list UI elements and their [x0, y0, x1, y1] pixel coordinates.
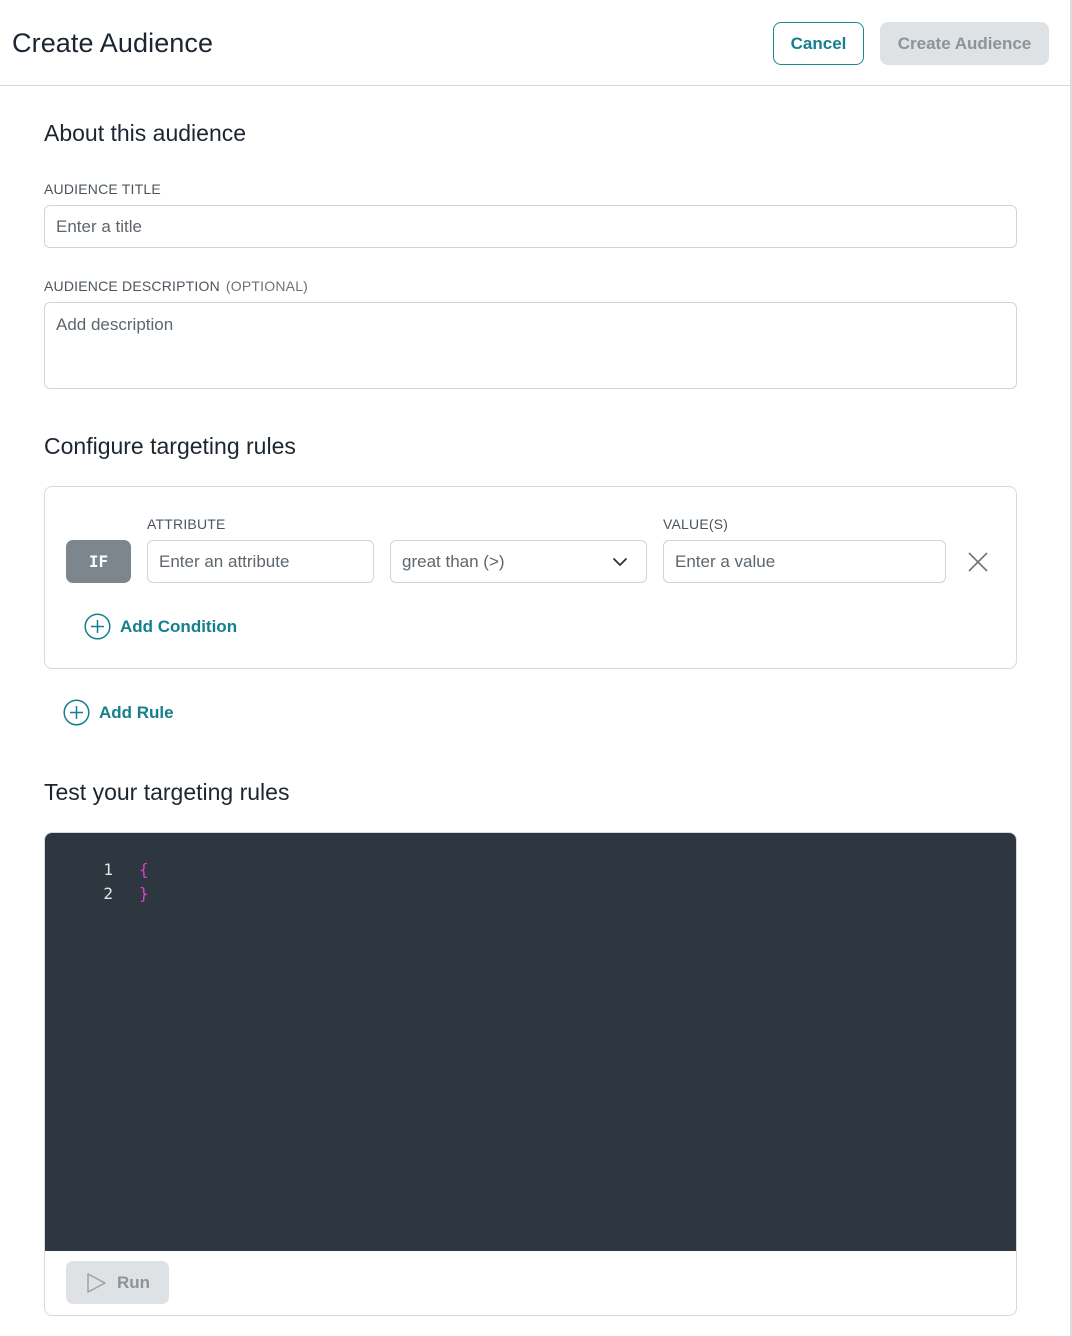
value-input[interactable]: Enter a value	[663, 540, 946, 583]
add-condition-label: Add Condition	[120, 616, 238, 636]
audience-title-input[interactable]: Enter a title	[44, 205, 1017, 248]
audience-title-label: AUDIENCE TITLE	[44, 181, 161, 197]
page-title: Create Audience	[12, 28, 214, 58]
operator-select[interactable]: great than (>)	[390, 540, 647, 583]
audience-description-placeholder: Add description	[56, 315, 174, 334]
rules-section-title: Configure targeting rules	[44, 433, 296, 459]
attribute-label: ATTRIBUTE	[147, 516, 226, 532]
code-line: 2 }	[45, 884, 345, 908]
line-number: 1	[103, 860, 113, 879]
create-audience-page: Create Audience Cancel Create Audience A…	[0, 0, 1072, 1336]
add-rule-button[interactable]: Add Rule	[63, 699, 174, 726]
plus-circle-icon	[84, 613, 111, 640]
test-section-title: Test your targeting rules	[44, 779, 290, 805]
line-number: 2	[103, 884, 113, 903]
if-badge: IF	[66, 540, 131, 583]
code-text: {	[139, 860, 149, 879]
audience-title-label-text: AUDIENCE TITLE	[44, 181, 161, 197]
plus-circle-icon	[63, 699, 90, 726]
code-text: }	[139, 884, 149, 903]
operator-selected-value: great than (>)	[402, 551, 505, 571]
audience-description-label: AUDIENCE DESCRIPTION (OPTIONAL)	[44, 278, 308, 294]
add-rule-label: Add Rule	[99, 702, 174, 722]
audience-description-textarea[interactable]: Add description	[44, 302, 1017, 389]
run-label: Run	[116, 1272, 151, 1292]
close-icon[interactable]	[967, 551, 989, 573]
code-line: 1 {	[45, 860, 345, 884]
run-button[interactable]: Run	[66, 1261, 169, 1304]
values-label: VALUE(S)	[663, 516, 729, 532]
audience-description-label-text: AUDIENCE DESCRIPTION	[44, 278, 220, 294]
add-condition-button[interactable]: Add Condition	[84, 613, 237, 640]
value-placeholder: Enter a value	[675, 551, 776, 571]
page-header: Create Audience Cancel Create Audience	[0, 0, 1070, 86]
cancel-button[interactable]: Cancel	[773, 22, 864, 65]
attribute-input[interactable]: Enter an attribute	[147, 540, 374, 583]
about-section-title: About this audience	[44, 120, 247, 146]
audience-title-placeholder: Enter a title	[56, 216, 142, 236]
create-audience-button[interactable]: Create Audience	[880, 22, 1049, 65]
attribute-placeholder: Enter an attribute	[159, 551, 290, 571]
code-editor[interactable]: 1 { 2 }	[45, 833, 1016, 1251]
play-icon	[87, 1272, 106, 1293]
test-editor-card: 1 { 2 } Run	[44, 832, 1017, 1316]
chevron-down-icon	[613, 558, 627, 566]
optional-tag: (OPTIONAL)	[225, 278, 309, 294]
